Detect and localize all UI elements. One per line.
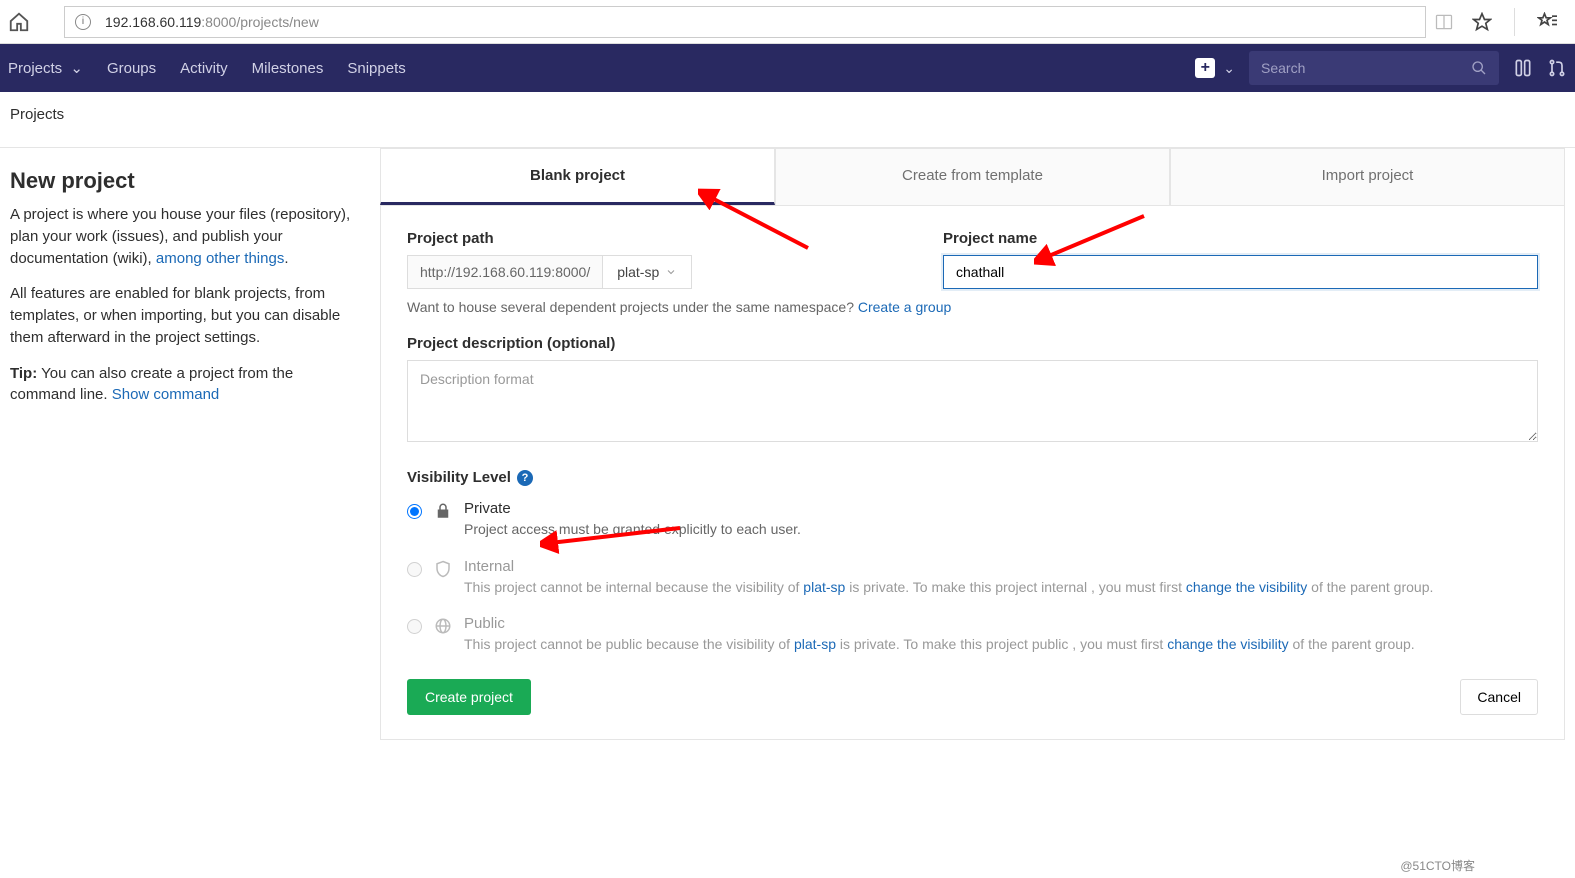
url-text: 192.168.60.119:8000/projects/new [105, 14, 319, 30]
right-column: Blank project Create from template Impor… [380, 148, 1565, 740]
nav-groups[interactable]: Groups [107, 60, 156, 77]
home-icon[interactable] [8, 11, 30, 33]
shield-icon [434, 560, 452, 578]
namespace-value: plat-sp [617, 264, 659, 280]
project-path-label: Project path [407, 230, 907, 247]
help-icon[interactable]: ? [517, 470, 533, 486]
namespace-select[interactable]: plat-sp [602, 255, 692, 289]
star-menu-icon[interactable] [1537, 12, 1557, 32]
search-box[interactable] [1249, 51, 1499, 85]
chevron-down-icon: ⌄ [70, 60, 83, 77]
project-name-label: Project name [943, 230, 1538, 247]
visibility-public-row: Public This project cannot be public bec… [407, 615, 1538, 655]
namespace-hint: Want to house several dependent projects… [407, 299, 1538, 315]
tab-import-project[interactable]: Import project [1170, 148, 1565, 205]
visibility-private-row: Private Project access must be granted e… [407, 500, 1538, 540]
visibility-internal-desc: This project cannot be internal because … [464, 578, 1433, 598]
visibility-public-title: Public [464, 615, 1415, 632]
merge-requests-icon[interactable] [1547, 58, 1567, 78]
visibility-private-radio[interactable] [407, 504, 422, 519]
breadcrumb[interactable]: Projects [0, 92, 1575, 137]
visibility-private-desc: Project access must be granted explicitl… [464, 520, 801, 540]
show-command-link[interactable]: Show command [112, 386, 220, 403]
project-description-input[interactable] [407, 360, 1538, 442]
public-change-visibility-link[interactable]: change the visibility [1167, 636, 1288, 652]
visibility-internal-radio[interactable] [407, 562, 422, 577]
visibility-internal-row: Internal This project cannot be internal… [407, 558, 1538, 598]
path-prefix: http://192.168.60.119:8000/ [407, 255, 602, 289]
form-area: Project path http://192.168.60.119:8000/… [380, 206, 1565, 740]
globe-icon [434, 617, 452, 635]
visibility-public-radio[interactable] [407, 619, 422, 634]
nav-activity[interactable]: Activity [180, 60, 228, 77]
create-project-button[interactable]: Create project [407, 679, 531, 715]
internal-change-visibility-link[interactable]: change the visibility [1186, 579, 1307, 595]
intro-paragraph: A project is where you house your files … [10, 204, 356, 269]
watermark: @51CTO博客 [1400, 857, 1475, 874]
project-path-group: http://192.168.60.119:8000/ plat-sp [407, 255, 907, 289]
chevron-down-icon [665, 266, 677, 278]
page-title: New project [10, 168, 356, 194]
star-icon[interactable] [1472, 12, 1492, 32]
search-input[interactable] [1261, 60, 1471, 76]
among-other-things-link[interactable]: among other things [156, 250, 284, 267]
reader-icon[interactable] [1434, 12, 1454, 32]
project-name-input[interactable] [943, 255, 1538, 289]
tab-create-from-template[interactable]: Create from template [775, 148, 1170, 205]
public-ns-link[interactable]: plat-sp [794, 636, 836, 652]
features-paragraph: All features are enabled for blank proje… [10, 283, 356, 348]
lock-icon [434, 502, 452, 520]
cancel-button[interactable]: Cancel [1460, 679, 1538, 715]
nav-projects[interactable]: Projects ⌄ [8, 59, 83, 77]
top-nav: Projects ⌄ Groups Activity Milestones Sn… [0, 44, 1575, 92]
nav-milestones[interactable]: Milestones [252, 60, 324, 77]
issues-icon[interactable] [1513, 58, 1533, 78]
browser-bar: i 192.168.60.119:8000/projects/new [0, 0, 1575, 44]
left-column: New project A project is where you house… [10, 148, 380, 740]
plus-icon: + [1195, 58, 1215, 78]
visibility-public-desc: This project cannot be public because th… [464, 635, 1415, 655]
url-bar[interactable]: i 192.168.60.119:8000/projects/new [64, 6, 1426, 38]
visibility-private-title: Private [464, 500, 801, 517]
visibility-internal-title: Internal [464, 558, 1433, 575]
tab-blank-project[interactable]: Blank project [380, 148, 775, 205]
create-group-link[interactable]: Create a group [858, 299, 951, 315]
visibility-level-label: Visibility Level ? [407, 469, 1538, 486]
chevron-down-icon: ⌄ [1223, 60, 1235, 77]
search-icon [1471, 60, 1487, 76]
info-icon: i [75, 14, 91, 30]
tip-paragraph: Tip: You can also create a project from … [10, 363, 356, 407]
internal-ns-link[interactable]: plat-sp [803, 579, 845, 595]
new-dropdown[interactable]: + ⌄ [1195, 58, 1235, 78]
nav-snippets[interactable]: Snippets [347, 60, 405, 77]
project-description-label: Project description (optional) [407, 335, 1538, 352]
tabs: Blank project Create from template Impor… [380, 148, 1565, 206]
